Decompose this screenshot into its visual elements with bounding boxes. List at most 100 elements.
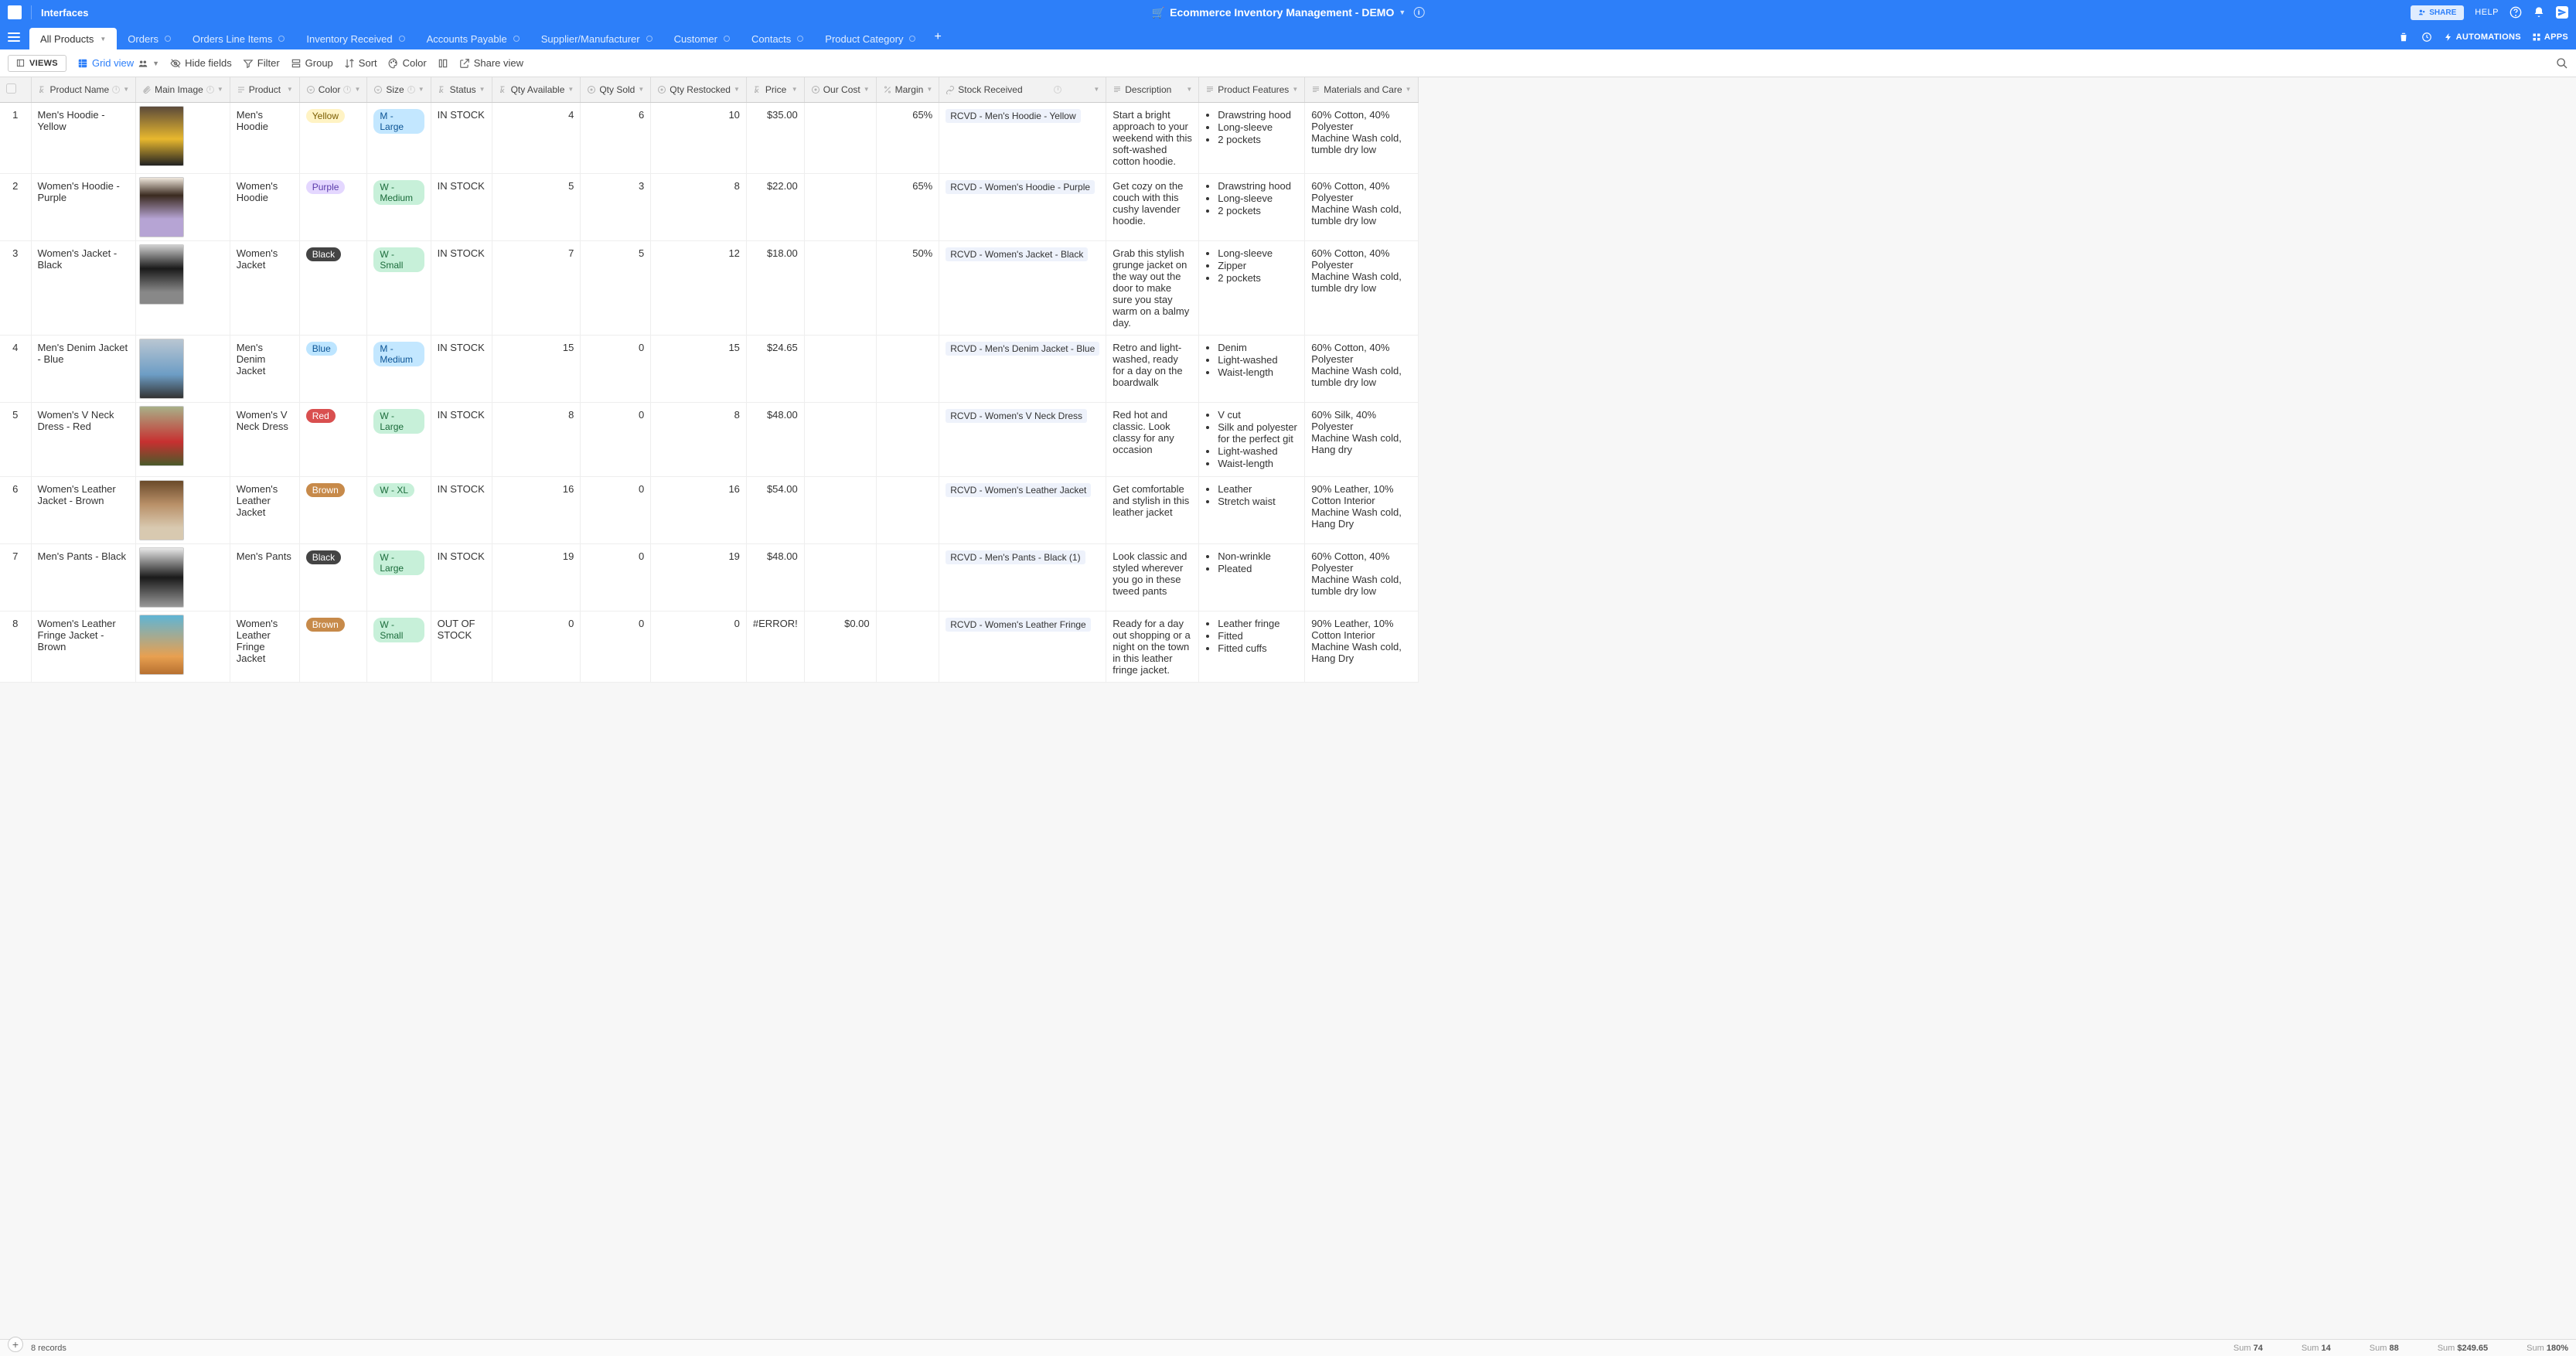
column-info-icon[interactable]: i xyxy=(1054,86,1061,94)
cell-stock-received[interactable]: RCVD - Women's Leather Fringe xyxy=(939,611,1106,682)
cell-materials-care[interactable]: 60% Silk, 40% PolyesterMachine Wash cold… xyxy=(1305,402,1418,476)
cell-margin[interactable] xyxy=(876,402,939,476)
table-row[interactable]: 1Men's Hoodie - YellowMen's HoodieYellow… xyxy=(0,102,1418,173)
cell-qty-sold[interactable]: 0 xyxy=(581,543,651,611)
cell-margin[interactable]: 65% xyxy=(876,102,939,173)
chevron-down-icon[interactable]: ▼ xyxy=(567,86,574,93)
cell-product[interactable]: Men's Denim Jacket xyxy=(230,335,299,402)
image-thumbnail[interactable] xyxy=(139,547,184,608)
cell-stock-received[interactable]: RCVD - Men's Hoodie - Yellow xyxy=(939,102,1106,173)
chevron-down-icon[interactable]: ▼ xyxy=(1186,86,1192,93)
column-info-icon[interactable]: i xyxy=(407,86,415,94)
table-row[interactable]: 2Women's Hoodie - PurpleWomen's HoodiePu… xyxy=(0,173,1418,240)
chevron-down-icon[interactable]: ▼ xyxy=(1406,86,1412,93)
cell-margin[interactable] xyxy=(876,543,939,611)
image-thumbnail[interactable] xyxy=(139,406,184,466)
cell-size[interactable]: W - Medium xyxy=(367,173,431,240)
summary-cell[interactable]: Sum 74 xyxy=(2234,1344,2263,1353)
cell-materials-care[interactable]: 90% Leather, 10% Cotton InteriorMachine … xyxy=(1305,611,1418,682)
summary-cell[interactable]: Sum 14 xyxy=(2302,1344,2331,1353)
apps-button[interactable]: APPS xyxy=(2532,32,2568,42)
cell-product-features[interactable]: V cutSilk and polyester for the perfect … xyxy=(1199,402,1305,476)
chevron-down-icon[interactable]: ▼ xyxy=(418,86,424,93)
cell-price[interactable]: $48.00 xyxy=(746,543,804,611)
cell-our-cost[interactable] xyxy=(804,102,876,173)
cell-main-image[interactable] xyxy=(136,543,230,611)
cell-qty-available[interactable]: 7 xyxy=(492,240,581,335)
select-all-header[interactable] xyxy=(0,77,31,102)
cell-status[interactable]: IN STOCK xyxy=(431,476,492,543)
column-info-icon[interactable]: i xyxy=(343,86,351,94)
cell-qty-available[interactable]: 19 xyxy=(492,543,581,611)
cell-qty-restocked[interactable]: 12 xyxy=(651,240,747,335)
column-header[interactable]: Sizei▼ xyxy=(367,77,431,102)
column-header[interactable]: Product Features▼ xyxy=(1199,77,1305,102)
cell-stock-received[interactable]: RCVD - Women's V Neck Dress xyxy=(939,402,1106,476)
cell-margin[interactable] xyxy=(876,335,939,402)
summary-cell[interactable]: Sum $249.65 xyxy=(2438,1344,2488,1353)
bell-icon[interactable] xyxy=(2533,6,2545,19)
cell-qty-restocked[interactable]: 19 xyxy=(651,543,747,611)
row-height-button[interactable] xyxy=(438,58,448,69)
chevron-down-icon[interactable]: ▼ xyxy=(734,86,740,93)
chevron-down-icon[interactable]: ▼ xyxy=(926,86,932,93)
cell-materials-care[interactable]: 90% Leather, 10% Cotton InteriorMachine … xyxy=(1305,476,1418,543)
row-number[interactable]: 1 xyxy=(0,102,31,173)
column-header[interactable]: Qty Restocked▼ xyxy=(651,77,747,102)
image-thumbnail[interactable] xyxy=(139,339,184,399)
cell-qty-restocked[interactable]: 16 xyxy=(651,476,747,543)
linked-record-pill[interactable]: RCVD - Women's Hoodie - Purple xyxy=(946,180,1095,194)
hamburger-icon[interactable] xyxy=(8,31,20,43)
cell-qty-available[interactable]: 5 xyxy=(492,173,581,240)
linked-record-pill[interactable]: RCVD - Women's Leather Jacket xyxy=(946,483,1091,497)
cell-color[interactable]: Red xyxy=(299,402,367,476)
select-all-checkbox[interactable] xyxy=(6,83,16,94)
linked-record-pill[interactable]: RCVD - Men's Hoodie - Yellow xyxy=(946,109,1080,123)
cell-main-image[interactable] xyxy=(136,402,230,476)
chevron-down-icon[interactable]: ▼ xyxy=(792,86,798,93)
cell-qty-sold[interactable]: 0 xyxy=(581,402,651,476)
cell-margin[interactable] xyxy=(876,611,939,682)
chevron-down-icon[interactable]: ▼ xyxy=(287,86,293,93)
column-header[interactable]: Product▼ xyxy=(230,77,299,102)
row-number[interactable]: 6 xyxy=(0,476,31,543)
cell-product-features[interactable]: Long-sleeveZipper2 pockets xyxy=(1199,240,1305,335)
tab-menu-icon[interactable] xyxy=(909,36,915,42)
column-header[interactable]: Colori▼ xyxy=(299,77,367,102)
cell-stock-received[interactable]: RCVD - Women's Hoodie - Purple xyxy=(939,173,1106,240)
cell-qty-sold[interactable]: 3 xyxy=(581,173,651,240)
cell-margin[interactable]: 65% xyxy=(876,173,939,240)
base-title[interactable]: Ecommerce Inventory Management - DEMO xyxy=(1170,6,1394,19)
cell-qty-restocked[interactable]: 8 xyxy=(651,173,747,240)
cell-status[interactable]: IN STOCK xyxy=(431,543,492,611)
cell-price[interactable]: $18.00 xyxy=(746,240,804,335)
row-number[interactable]: 8 xyxy=(0,611,31,682)
table-row[interactable]: 3Women's Jacket - BlackWomen's JacketBla… xyxy=(0,240,1418,335)
cell-description[interactable]: Look classic and styled wherever you go … xyxy=(1106,543,1199,611)
cell-product-features[interactable]: Drawstring hoodLong-sleeve2 pockets xyxy=(1199,173,1305,240)
table-row[interactable]: 4Men's Denim Jacket - BlueMen's Denim Ja… xyxy=(0,335,1418,402)
table-tab[interactable]: Orders Line Items xyxy=(182,28,295,49)
cell-materials-care[interactable]: 60% Cotton, 40% PolyesterMachine Wash co… xyxy=(1305,173,1418,240)
cell-product-features[interactable]: DenimLight-washedWaist-length xyxy=(1199,335,1305,402)
cell-description[interactable]: Get comfortable and stylish in this leat… xyxy=(1106,476,1199,543)
cell-color[interactable]: Brown xyxy=(299,476,367,543)
cell-size[interactable]: W - Small xyxy=(367,240,431,335)
cell-margin[interactable]: 50% xyxy=(876,240,939,335)
linked-record-pill[interactable]: RCVD - Women's V Neck Dress xyxy=(946,409,1087,423)
column-info-icon[interactable]: i xyxy=(206,86,214,94)
grid-scroll-area[interactable]: Product Namei▼Main Imagei▼Product▼Colori… xyxy=(0,77,2576,1339)
cell-our-cost[interactable] xyxy=(804,402,876,476)
cell-qty-sold[interactable]: 0 xyxy=(581,335,651,402)
chevron-down-icon[interactable]: ▼ xyxy=(1093,86,1099,93)
table-tab[interactable]: All Products▼ xyxy=(29,28,117,49)
cell-product-features[interactable]: Non-wrinklePleated xyxy=(1199,543,1305,611)
cell-description[interactable]: Ready for a day out shopping or a night … xyxy=(1106,611,1199,682)
cell-size[interactable]: M - Medium xyxy=(367,335,431,402)
cell-price[interactable]: $35.00 xyxy=(746,102,804,173)
cell-status[interactable]: IN STOCK xyxy=(431,402,492,476)
row-number[interactable]: 4 xyxy=(0,335,31,402)
table-row[interactable]: 8Women's Leather Fringe Jacket - BrownWo… xyxy=(0,611,1418,682)
chevron-down-icon[interactable]: ▼ xyxy=(123,86,129,93)
cell-color[interactable]: Black xyxy=(299,240,367,335)
